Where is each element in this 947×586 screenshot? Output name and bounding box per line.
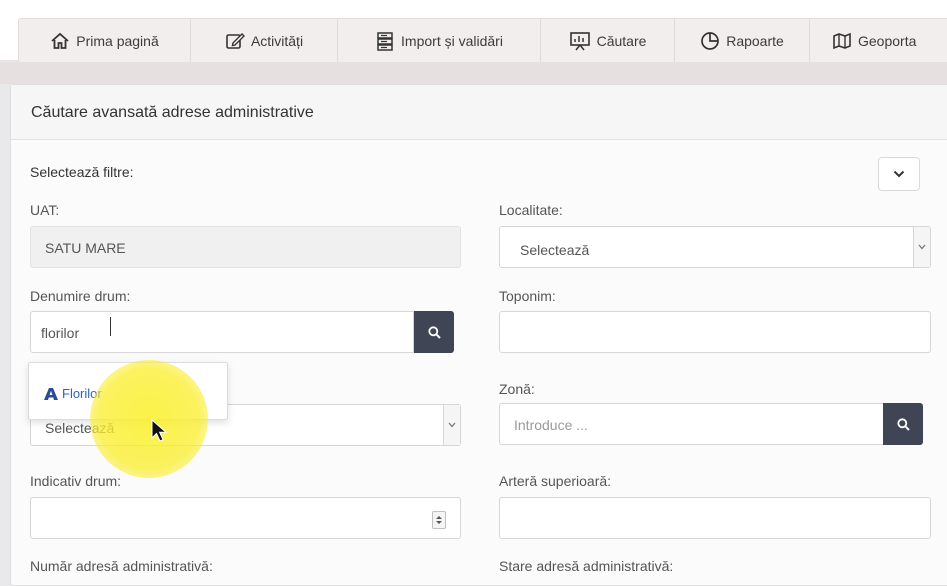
tip-drum-value: Selectează [45,420,115,436]
number-spinner[interactable] [432,511,446,529]
home-icon [51,32,69,49]
nav-item-activitati[interactable]: Activități [191,19,338,63]
database-icon [377,32,393,51]
select-arrow [913,227,930,267]
zona-input[interactable]: Introduce ... [499,403,884,445]
spinner-arrows-icon [436,516,442,524]
autocomplete-item-label: Florilor [62,386,102,401]
indicativ-drum-input[interactable] [30,497,461,539]
localitate-label: Localitate: [499,202,563,218]
nav-item-home[interactable]: Prima pagină [19,19,191,63]
autocomplete-dropdown: Florilor [28,362,228,420]
indicativ-drum-label: Indicativ drum: [30,473,122,489]
main-nav: Prima pagină Activități Import și validă… [18,18,947,63]
chevron-down-icon [918,244,926,250]
pie-chart-icon [701,32,720,50]
denumire-drum-label: Denumire drum: [30,288,131,304]
edit-icon [226,33,245,49]
select-arrow [443,405,460,445]
uat-field: SATU MARE [30,226,461,268]
nav-item-geoportal[interactable]: Geoporta [810,19,947,63]
nav-item-label: Geoporta [858,33,917,49]
collapse-filters-button[interactable] [878,157,920,191]
nav-item-label: Activități [250,33,304,49]
nav-item-label: Prima pagină [76,33,159,49]
nav-item-label: Import și validări [401,33,503,49]
artera-superioara-label: Arteră superioară: [499,473,612,489]
panel-title: Căutare avansată adrese administrative [31,104,314,121]
filters-label: Selectează filtre: [30,164,134,180]
localitate-select[interactable]: Selectează [499,226,931,268]
zona-placeholder: Introduce ... [514,417,588,433]
denumire-drum-input[interactable]: florilor [30,311,414,353]
uat-value: SATU MARE [45,240,126,256]
search-icon [427,325,441,339]
denumire-drum-search-button[interactable] [414,311,454,353]
chevron-down-icon [448,422,456,428]
autocomplete-item[interactable]: Florilor [43,386,102,401]
nav-item-import[interactable]: Import și validări [338,19,541,63]
chevron-down-icon [893,170,905,178]
text-caret [110,317,111,336]
uat-label: UAT: [30,202,60,218]
nav-item-label: Căutare [596,33,647,49]
panel-header: Căutare avansată adrese administrative [11,85,947,140]
search-icon [896,417,910,431]
zona-search-button[interactable] [883,403,923,445]
nav-item-rapoarte[interactable]: Rapoarte [675,19,810,63]
toponim-label: Toponim: [499,288,556,304]
nav-item-label: Rapoarte [726,33,784,49]
toponim-input[interactable] [499,311,931,353]
nav-divider-strip [0,62,947,84]
nav-item-cautare[interactable]: Căutare [541,19,675,63]
localitate-value: Selectează [520,242,590,258]
artera-superioara-input[interactable] [499,497,931,539]
denumire-drum-value: florilor [41,325,80,341]
map-icon [833,32,851,50]
presentation-icon [569,32,590,51]
road-icon [44,387,58,400]
zona-label: Zonă: [499,381,535,397]
